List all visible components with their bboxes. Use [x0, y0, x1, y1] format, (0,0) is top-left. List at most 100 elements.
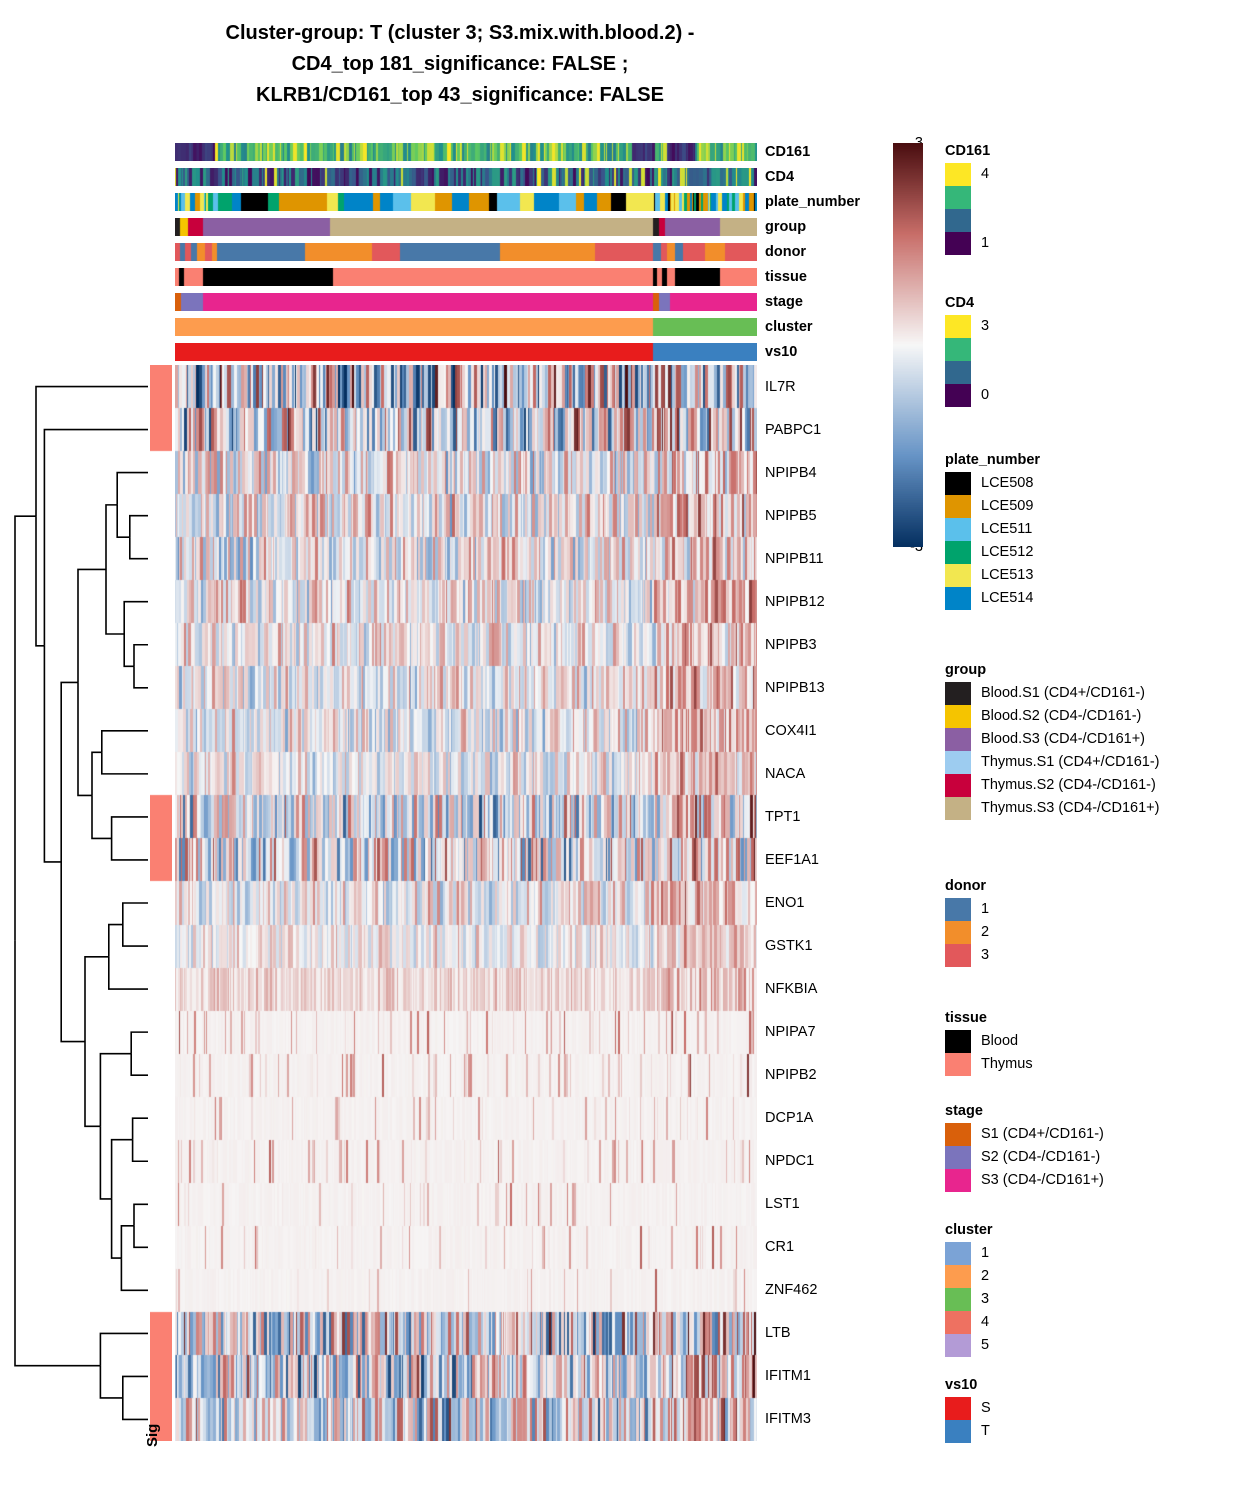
gene-label: NPIPB4: [765, 464, 817, 481]
legend-item[interactable]: 1: [945, 1242, 993, 1265]
legend-swatch: [945, 315, 971, 338]
legend-item[interactable]: 3: [945, 1288, 993, 1311]
legend-label: LCE514: [981, 590, 1034, 606]
legend-swatch: [945, 728, 971, 751]
legend-swatch: [945, 774, 971, 797]
legend-swatch: [945, 495, 971, 518]
page-title-line: Cluster-group: T (cluster 3; S3.mix.with…: [225, 22, 695, 44]
annotation-row-group: [175, 218, 757, 236]
legend-swatch: [945, 384, 971, 407]
legend-item[interactable]: Thymus.S1 (CD4+/CD161-): [945, 751, 1159, 774]
legend-item[interactable]: LCE512: [945, 541, 1040, 564]
legend-item[interactable]: 3: [945, 315, 989, 338]
gene-label: ZNF462: [765, 1282, 818, 1299]
dendrogram-svg: [14, 385, 148, 1421]
heatmap-body: [175, 365, 757, 1441]
row-dendrogram: [8, 365, 148, 1441]
legend-label: 2: [981, 924, 990, 940]
legend-item[interactable]: [945, 338, 989, 361]
legend-swatch: [945, 682, 971, 705]
gene-label: CR1: [765, 1239, 795, 1256]
annotation-row-CD4: [175, 168, 757, 186]
legend-item[interactable]: [945, 186, 990, 209]
legend-item[interactable]: S2 (CD4-/CD161-): [945, 1146, 1104, 1169]
legend-tissue: tissue Blood Thymus: [945, 1010, 1033, 1076]
legend-item[interactable]: LCE514: [945, 587, 1040, 610]
annotation-row-stage: [175, 293, 757, 311]
legend-label: T: [981, 1423, 990, 1439]
legend-label: 1: [981, 235, 990, 251]
annotation-row-vs10: [175, 343, 757, 361]
legend-label: 3: [981, 947, 990, 963]
gene-label: DCP1A: [765, 1110, 814, 1127]
legend-item[interactable]: Thymus.S2 (CD4-/CD161-): [945, 774, 1159, 797]
legend-title-CD4: CD4: [945, 295, 975, 311]
legend-swatch: [945, 944, 971, 967]
significance-lane: [150, 365, 172, 1441]
legend-item[interactable]: S: [945, 1397, 991, 1420]
legend-item[interactable]: LCE513: [945, 564, 1040, 587]
gene-label: NPIPB5: [765, 507, 817, 524]
legend-item[interactable]: LCE509: [945, 495, 1040, 518]
legend-item[interactable]: LCE508: [945, 472, 1040, 495]
legend-item[interactable]: [945, 361, 989, 384]
legend-swatch: [945, 541, 971, 564]
gene-label: NPIPA7: [765, 1024, 816, 1041]
legend-item[interactable]: Blood: [945, 1030, 1033, 1053]
legend-item[interactable]: 1: [945, 232, 990, 255]
legend-item[interactable]: S3 (CD4-/CD161+): [945, 1169, 1104, 1192]
legend-title-group: group: [945, 662, 987, 678]
legend-item[interactable]: Blood.S2 (CD4-/CD161-): [945, 705, 1159, 728]
legend-swatch: [945, 1288, 971, 1311]
legend-item[interactable]: 2: [945, 1265, 993, 1288]
legend-item[interactable]: 4: [945, 1311, 993, 1334]
legend-item[interactable]: 0: [945, 384, 989, 407]
legend-item[interactable]: [945, 209, 990, 232]
gene-label: NPIPB3: [765, 636, 817, 653]
legend-title-donor: donor: [945, 878, 987, 894]
legend-label: S: [981, 1400, 991, 1416]
legend-stage: stage S1 (CD4+/CD161-) S2 (CD4-/CD161-) S3 …: [945, 1103, 1104, 1192]
page-title-line: CD4_top 181_significance: FALSE ;: [291, 53, 629, 75]
annotation-label-CD4: CD4: [765, 169, 795, 185]
gene-label: NPIPB12: [765, 593, 825, 610]
legend-swatch: [945, 1311, 971, 1334]
legend-item[interactable]: LCE511: [945, 518, 1040, 541]
legend-swatch: [945, 1397, 971, 1420]
annotation-row-cluster: [175, 318, 757, 336]
legend-title-vs10: vs10: [945, 1377, 978, 1393]
legend-swatch: [945, 1146, 971, 1169]
page-title-line: KLRB1/CD161_top 43_significance: FALSE: [256, 84, 664, 106]
legend-label: 2: [981, 1268, 990, 1284]
gene-label: LST1: [765, 1196, 800, 1213]
legend-item[interactable]: 2: [945, 921, 989, 944]
legend-title-tissue: tissue: [945, 1010, 987, 1026]
legend-item[interactable]: T: [945, 1420, 991, 1443]
legend-label: LCE512: [981, 544, 1034, 560]
legend-label: 4: [981, 1314, 990, 1330]
annotation-label-stage: stage: [765, 294, 803, 310]
legend-item[interactable]: S1 (CD4+/CD161-): [945, 1123, 1104, 1146]
legend-item[interactable]: 5: [945, 1334, 993, 1357]
annotation-label-CD161: CD161: [765, 144, 811, 160]
legend-item[interactable]: 1: [945, 898, 989, 921]
legend-item[interactable]: Thymus.S3 (CD4-/CD161+): [945, 797, 1159, 820]
legend-label: 0: [981, 387, 990, 403]
legend-item[interactable]: Thymus: [945, 1053, 1033, 1076]
legend-group: group Blood.S1 (CD4+/CD161-) Blood.S2 (CD4…: [945, 662, 1159, 820]
legend-swatch: [945, 338, 971, 361]
legend-label: Blood.S1 (CD4+/CD161-): [981, 685, 1146, 701]
legend-item[interactable]: 3: [945, 944, 989, 967]
legend-item[interactable]: 4: [945, 163, 990, 186]
gene-label: ENO1: [765, 895, 805, 911]
legend-item[interactable]: Blood.S3 (CD4-/CD161+): [945, 728, 1159, 751]
legend-swatch: [945, 1265, 971, 1288]
legend-swatch: [945, 1053, 971, 1076]
gene-label: NPIPB2: [765, 1067, 817, 1084]
legend-label: S2 (CD4-/CD161-): [981, 1149, 1101, 1165]
legend-cluster: cluster 1 2 3 4 5: [945, 1222, 993, 1357]
legend-item[interactable]: Blood.S1 (CD4+/CD161-): [945, 682, 1159, 705]
annotation-label-group: group: [765, 219, 807, 235]
gene-label: TPT1: [765, 808, 801, 825]
legend-label: 4: [981, 166, 990, 182]
